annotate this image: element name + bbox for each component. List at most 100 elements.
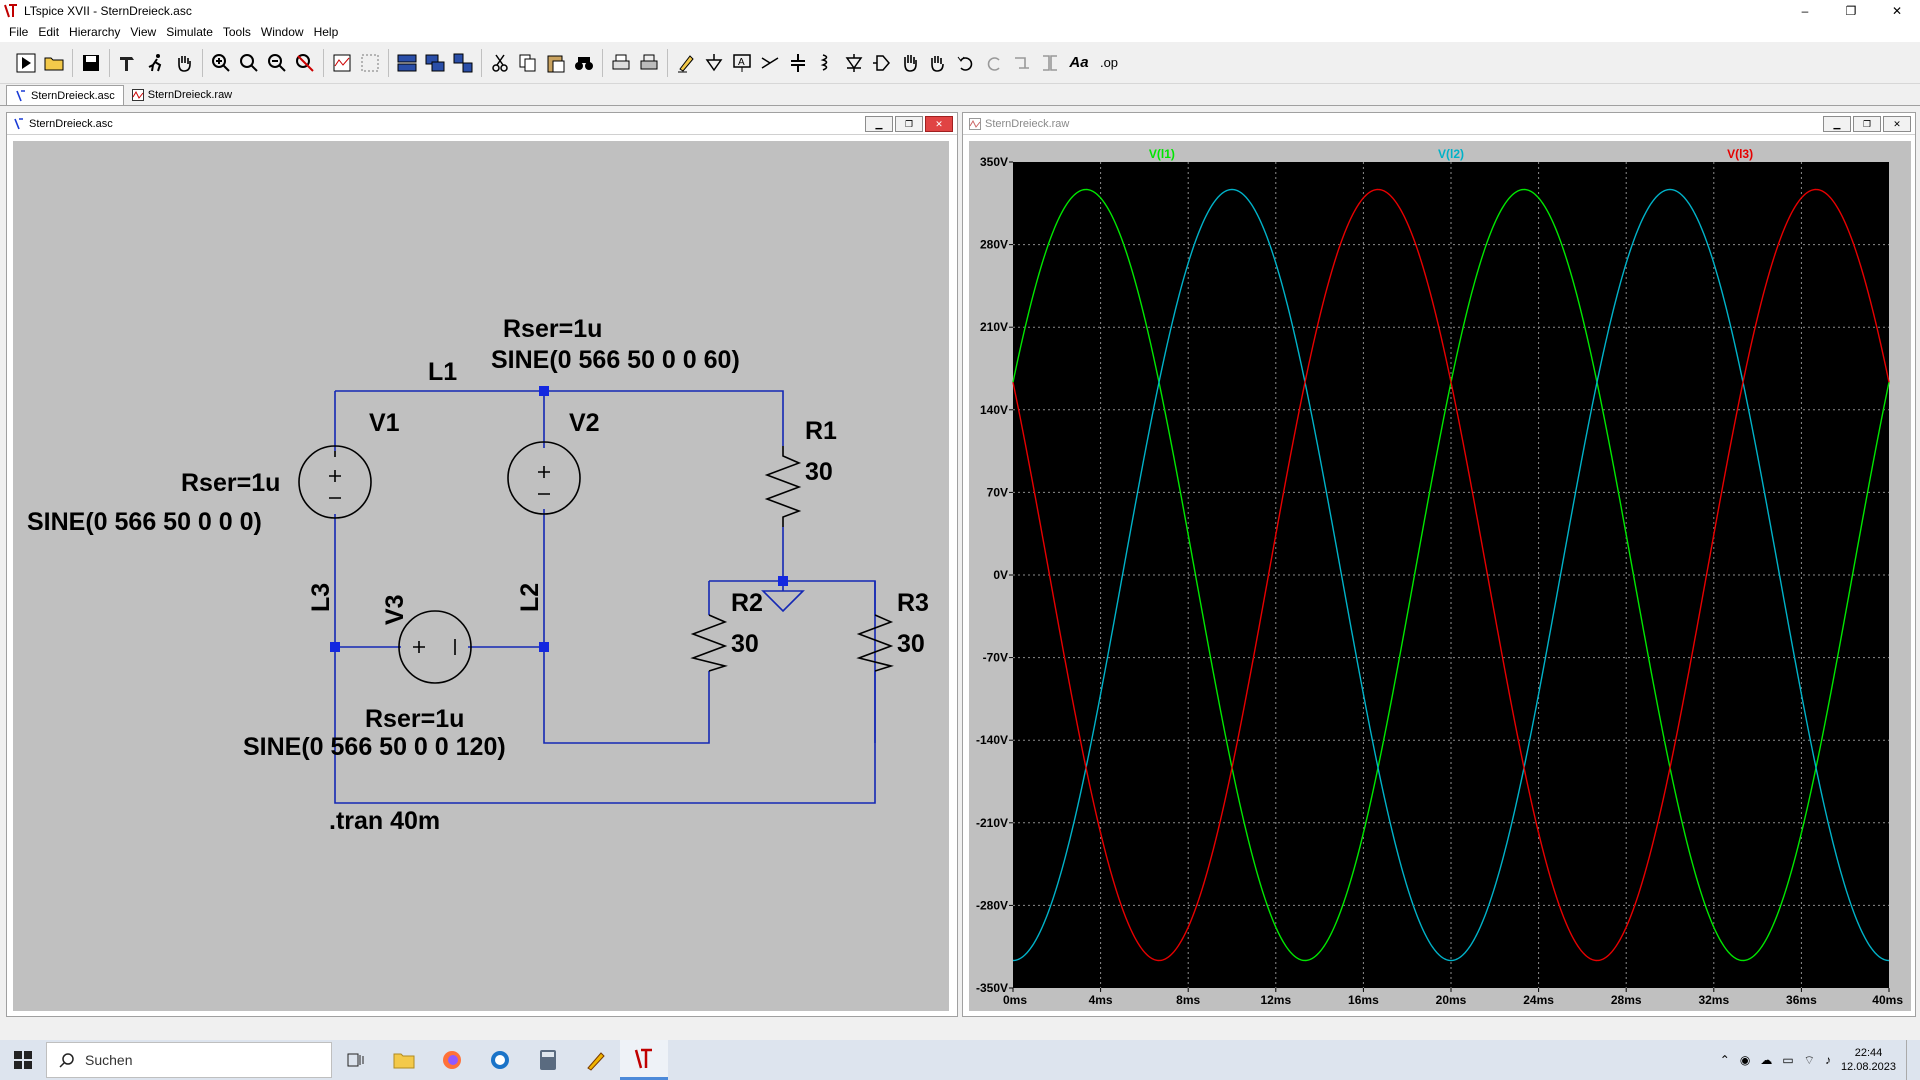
v1-rser-label[interactable]: Rser=1u	[181, 469, 280, 497]
task-view-icon[interactable]	[332, 1040, 380, 1080]
minimize-button[interactable]: –	[1782, 0, 1828, 22]
edge-sync-icon[interactable]	[476, 1040, 524, 1080]
menu-edit[interactable]: Edit	[33, 25, 64, 39]
cut-scissors-icon[interactable]	[486, 49, 514, 77]
v1-sine-label[interactable]: SINE(0 566 50 0 0 0)	[27, 508, 262, 536]
network-icon[interactable]: ⌔	[1804, 1053, 1815, 1068]
capacitor-icon[interactable]	[756, 49, 784, 77]
ground-icon[interactable]	[700, 49, 728, 77]
menu-simulate[interactable]: Simulate	[161, 25, 218, 39]
autorange-icon[interactable]	[328, 49, 356, 77]
menu-view[interactable]: View	[125, 25, 161, 39]
diode-icon[interactable]	[840, 49, 868, 77]
file-explorer-icon[interactable]	[380, 1040, 428, 1080]
waveform-restore-button[interactable]: ❐	[1853, 116, 1881, 132]
menu-hierarchy[interactable]: Hierarchy	[64, 25, 125, 39]
zoom-out-icon[interactable]	[263, 49, 291, 77]
waveform-canvas[interactable]: 350V 280V 210V 140V 70V 0V -70V -140V -210V -280V…	[969, 141, 1911, 1011]
clock[interactable]: 22:44 12.08.2023	[1841, 1046, 1896, 1074]
show-desktop-button[interactable]	[1906, 1040, 1912, 1080]
cascade-icon[interactable]	[421, 49, 449, 77]
v1-name-label[interactable]: V1	[369, 409, 400, 437]
paste-icon[interactable]	[542, 49, 570, 77]
find-binoculars-icon[interactable]	[570, 49, 598, 77]
capacitor-plates-icon[interactable]	[784, 49, 812, 77]
open-folder-icon[interactable]	[40, 49, 68, 77]
halt-runner-icon[interactable]	[142, 49, 170, 77]
run-icon[interactable]	[12, 49, 40, 77]
tab-waveform[interactable]: SternDreieck.raw	[124, 85, 240, 105]
schematic-restore-button[interactable]: ❐	[895, 116, 923, 132]
save-icon[interactable]	[77, 49, 105, 77]
schematic-canvas[interactable]: Rser=1u SINE(0 566 50 0 0 60) L1 V1 V2 R…	[13, 141, 949, 1011]
ltspice-taskbar-icon[interactable]	[620, 1040, 668, 1080]
drag-hand-icon[interactable]	[924, 49, 952, 77]
v3-sine-label[interactable]: SINE(0 566 50 0 0 120)	[243, 733, 506, 761]
schematic-window-titlebar[interactable]: SternDreieck.asc	[7, 113, 957, 135]
v2-rser-label[interactable]: Rser=1u	[503, 315, 602, 343]
component-icon[interactable]	[868, 49, 896, 77]
label-net-icon[interactable]: A	[728, 49, 756, 77]
volume-icon[interactable]: ♪	[1825, 1053, 1831, 1067]
zoom-cancel-icon[interactable]	[291, 49, 319, 77]
legend-vl3[interactable]: V(l3)	[1727, 147, 1753, 161]
maximize-button[interactable]: ❐	[1828, 0, 1874, 22]
legend-vl2[interactable]: V(l2)	[1438, 147, 1464, 161]
grid-icon[interactable]	[356, 49, 384, 77]
spice-directive-tool[interactable]: .op	[1094, 55, 1124, 70]
schematic-drawing[interactable]: Rser=1u SINE(0 566 50 0 0 60) L1 V1 V2 R…	[13, 141, 949, 1011]
camera-icon[interactable]: ◉	[1740, 1053, 1750, 1067]
tile-vertical-icon[interactable]	[449, 49, 477, 77]
menu-window[interactable]: Window	[256, 25, 309, 39]
tray-overflow-chevron-icon[interactable]: ⌃	[1720, 1053, 1730, 1067]
r1-value-label[interactable]: 30	[805, 458, 833, 486]
r3-name-label[interactable]: R3	[897, 589, 929, 617]
move-hand-icon[interactable]	[896, 49, 924, 77]
r1-name-label[interactable]: R1	[805, 417, 837, 445]
schematic-minimize-button[interactable]: ▁	[865, 116, 893, 132]
cloud-icon[interactable]: ☁	[1760, 1053, 1772, 1067]
menu-tools[interactable]: Tools	[218, 25, 256, 39]
draw-wire-pencil-icon[interactable]	[672, 49, 700, 77]
control-panel-hammer-icon[interactable]	[114, 49, 142, 77]
print-icon[interactable]	[607, 49, 635, 77]
taskbar-search[interactable]: Suchen	[46, 1042, 332, 1078]
waveform-window-titlebar[interactable]: SternDreieck.raw	[963, 113, 1915, 135]
r2-value-label[interactable]: 30	[731, 630, 759, 658]
tran-directive[interactable]: .tran 40m	[329, 807, 440, 835]
menu-help[interactable]: Help	[309, 25, 344, 39]
pan-hand-icon[interactable]	[170, 49, 198, 77]
schematic-close-button[interactable]: ✕	[925, 116, 953, 132]
start-button[interactable]	[0, 1040, 46, 1080]
screen-icon[interactable]: ▭	[1782, 1053, 1793, 1067]
v3-rser-label[interactable]: Rser=1u	[365, 705, 464, 733]
v2-sine-label[interactable]: SINE(0 566 50 0 0 60)	[491, 346, 740, 374]
calculator-icon[interactable]	[524, 1040, 572, 1080]
v2-name-label[interactable]: V2	[569, 409, 600, 437]
pencil-app-icon[interactable]	[572, 1040, 620, 1080]
net-label-l3[interactable]: L3	[307, 583, 335, 612]
mirror-icon[interactable]	[1036, 49, 1064, 77]
redo-icon[interactable]	[980, 49, 1008, 77]
print-setup-icon[interactable]	[635, 49, 663, 77]
inductor-icon[interactable]	[812, 49, 840, 77]
menu-file[interactable]: File	[4, 25, 33, 39]
v3-name-label[interactable]: V3	[381, 594, 409, 625]
rotate-icon[interactable]	[1008, 49, 1036, 77]
tab-schematic[interactable]: SternDreieck.asc	[6, 85, 124, 105]
undo-icon[interactable]	[952, 49, 980, 77]
zoom-in-icon[interactable]	[207, 49, 235, 77]
text-tool[interactable]: Aa	[1064, 54, 1094, 71]
legend-vl1[interactable]: V(l1)	[1149, 147, 1175, 161]
r2-name-label[interactable]: R2	[731, 589, 763, 617]
r3-value-label[interactable]: 30	[897, 630, 925, 658]
waveform-minimize-button[interactable]: ▁	[1823, 116, 1851, 132]
firefox-icon[interactable]	[428, 1040, 476, 1080]
waveform-plot[interactable]: 350V 280V 210V 140V 70V 0V -70V -140V -210V -280V…	[969, 141, 1911, 1011]
copy-icon[interactable]	[514, 49, 542, 77]
waveform-close-button[interactable]: ✕	[1883, 116, 1911, 132]
tile-horizontal-icon[interactable]	[393, 49, 421, 77]
zoom-fit-icon[interactable]	[235, 49, 263, 77]
close-button[interactable]: ✕	[1874, 0, 1920, 22]
net-label-l2[interactable]: L2	[516, 583, 544, 612]
